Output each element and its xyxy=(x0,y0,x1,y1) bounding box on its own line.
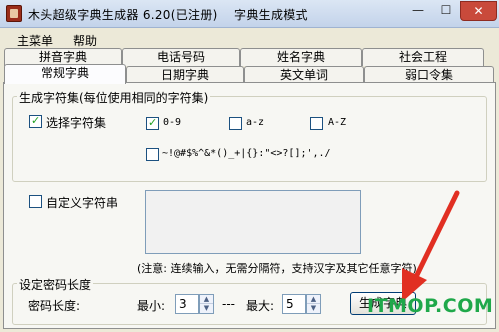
max-length-input[interactable]: 5 xyxy=(282,294,306,314)
custom-string-input[interactable] xyxy=(145,190,361,254)
lowercase-label: a-z xyxy=(246,117,265,128)
digits-label: 0-9 xyxy=(163,117,182,128)
min-length-label: 最小: xyxy=(137,299,166,313)
tab-general[interactable]: 常规字典 xyxy=(4,64,126,84)
uppercase-checkbox[interactable] xyxy=(310,117,323,130)
max-length-stepper[interactable]: ▲ ▼ xyxy=(306,294,321,314)
menu-main[interactable]: 主菜单 xyxy=(17,32,53,49)
app-icon xyxy=(6,5,22,22)
watermark-logo: ITMOP.COM xyxy=(367,295,494,317)
symbols-label: ~!@#$%^&*()_+|{}:"<>?[];',./ xyxy=(162,148,331,159)
title-bar: 木头超级字典生成器 6.20(已注册) 字典生成模式 — ☐ ✕ xyxy=(0,0,499,28)
menu-bar: 主菜单 帮助 xyxy=(0,29,499,49)
tab-name[interactable]: 姓名字典 xyxy=(240,48,362,66)
select-charset-checkbox[interactable] xyxy=(29,114,42,128)
spin-up-icon[interactable]: ▲ xyxy=(307,295,320,304)
max-length-label: 最大: xyxy=(246,299,275,313)
symbols-checkbox[interactable] xyxy=(146,148,159,161)
digits-checkbox[interactable] xyxy=(146,116,159,130)
custom-string-note: (注意: 连续输入，无需分隔符，支持汉字及其它任意字符) xyxy=(137,262,417,275)
lowercase-checkbox[interactable] xyxy=(229,117,242,130)
spin-down-icon[interactable]: ▼ xyxy=(200,304,213,313)
menu-help[interactable]: 帮助 xyxy=(73,32,97,49)
spin-up-icon[interactable]: ▲ xyxy=(200,295,213,304)
charset-group-title: 生成字符集(每位使用相同的字符集) xyxy=(17,89,211,106)
spin-down-icon[interactable]: ▼ xyxy=(307,304,320,313)
window-title: 木头超级字典生成器 6.20(已注册) 字典生成模式 xyxy=(28,8,308,22)
tab-social[interactable]: 社会工程 xyxy=(362,48,484,66)
range-dashes: --- xyxy=(222,297,235,311)
min-length-stepper[interactable]: ▲ ▼ xyxy=(199,294,214,314)
close-button[interactable]: ✕ xyxy=(460,1,497,21)
maximize-button[interactable]: ☐ xyxy=(432,1,460,21)
uppercase-label: A-Z xyxy=(328,117,347,128)
password-length-label: 密码长度: xyxy=(28,299,81,313)
minimize-button[interactable]: — xyxy=(404,1,432,21)
custom-string-label: 自定义字符串 xyxy=(46,196,119,210)
tab-phone[interactable]: 电话号码 xyxy=(122,48,240,66)
charset-group xyxy=(12,96,487,182)
select-charset-label: 选择字符集 xyxy=(46,116,107,130)
length-group-title: 设定密码长度 xyxy=(17,276,94,293)
min-length-input[interactable]: 3 xyxy=(175,294,199,314)
custom-string-checkbox[interactable] xyxy=(29,195,42,208)
